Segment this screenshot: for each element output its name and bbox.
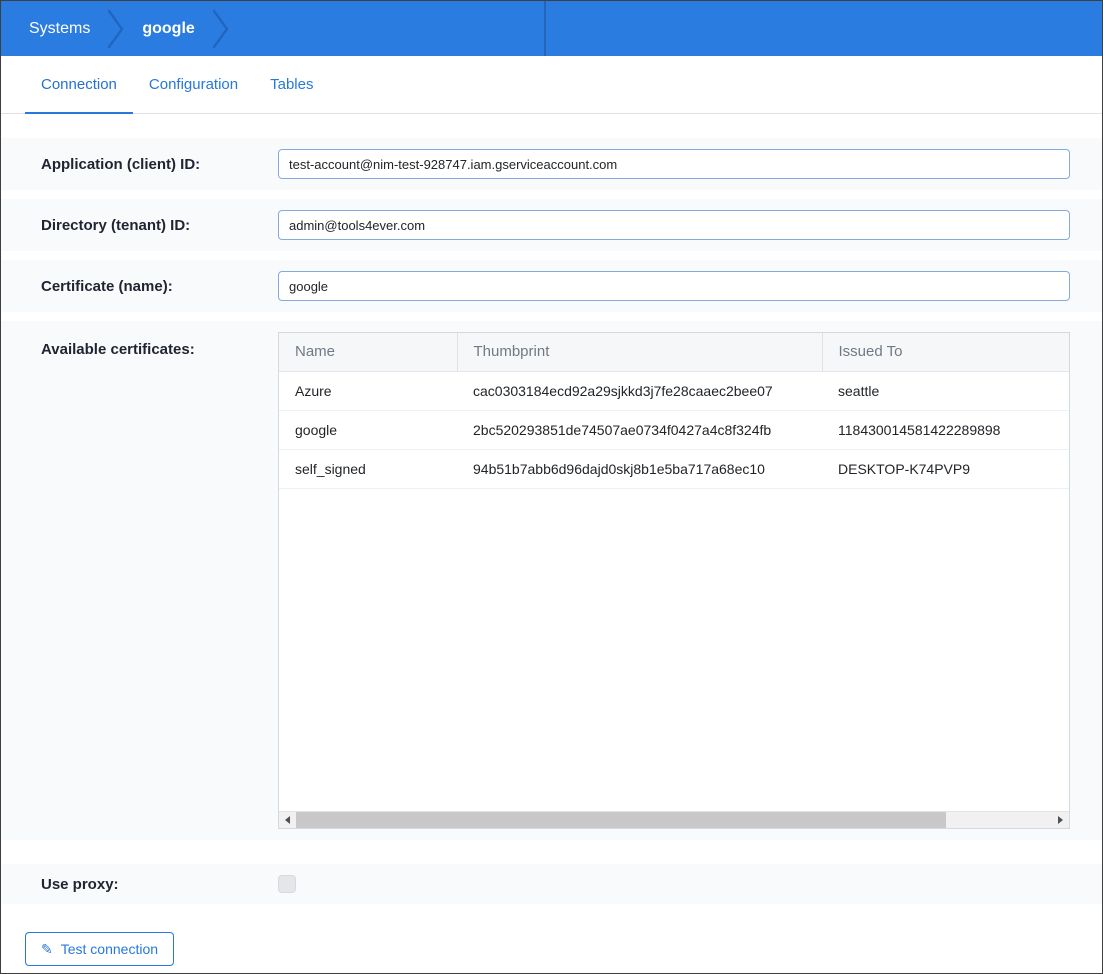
tab-tables-label: Tables xyxy=(270,76,313,93)
breadcrumb-chevron-icon xyxy=(106,6,126,52)
certificate-row-self-signed[interactable]: self_signed 94b51b7abb6d96dajd0skj8b1e5b… xyxy=(279,449,1069,488)
breadcrumb-systems[interactable]: Systems xyxy=(23,20,96,38)
tab-configuration-label: Configuration xyxy=(149,76,238,93)
column-header-thumbprint[interactable]: Thumbprint xyxy=(457,333,822,371)
form-row-use-proxy: Use proxy: xyxy=(1,864,1102,904)
available-certificates-label: Available certificates: xyxy=(41,341,278,358)
tab-connection[interactable]: Connection xyxy=(25,56,133,114)
pencil-icon: ✎ xyxy=(41,942,53,956)
form-row-app-client-id: Application (client) ID: xyxy=(1,138,1102,190)
directory-tenant-id-input[interactable] xyxy=(278,210,1070,240)
certificates-header-row: Name Thumbprint Issued To xyxy=(279,333,1069,371)
tab-connection-label: Connection xyxy=(41,76,117,93)
scroll-right-icon[interactable] xyxy=(1052,812,1069,828)
breadcrumb-google-label: google xyxy=(142,20,194,37)
scrollbar-track[interactable] xyxy=(296,812,1052,828)
form-row-directory-tenant-id: Directory (tenant) ID: xyxy=(1,199,1102,251)
horizontal-scrollbar[interactable] xyxy=(279,811,1069,828)
test-connection-button[interactable]: ✎ Test connection xyxy=(25,932,174,966)
cell-thumbprint[interactable]: 2bc520293851de74507ae0734f0427a4c8f324fb xyxy=(457,410,822,449)
use-proxy-label: Use proxy: xyxy=(41,876,278,893)
header-divider xyxy=(544,1,546,56)
system-connection-window: Systems google Connection Configuration … xyxy=(0,0,1103,974)
footer: ✎ Test connection xyxy=(1,913,1102,966)
certificate-name-label: Certificate (name): xyxy=(41,278,278,295)
directory-tenant-id-label: Directory (tenant) ID: xyxy=(41,217,278,234)
use-proxy-checkbox[interactable] xyxy=(278,875,296,893)
column-header-issued-to[interactable]: Issued To xyxy=(822,333,1069,371)
certificate-row-google[interactable]: google 2bc520293851de74507ae0734f0427a4c… xyxy=(279,410,1069,449)
form-row-certificate-name: Certificate (name): xyxy=(1,260,1102,312)
breadcrumb-google[interactable]: google xyxy=(136,20,200,38)
tab-bar: Connection Configuration Tables xyxy=(1,56,1102,114)
scroll-left-icon[interactable] xyxy=(279,812,296,828)
tab-configuration[interactable]: Configuration xyxy=(133,56,254,114)
tab-tables[interactable]: Tables xyxy=(254,56,329,114)
certificate-name-input[interactable] xyxy=(278,271,1070,301)
cell-issued-to[interactable]: 118430014581422289898 xyxy=(822,410,1069,449)
cell-name[interactable]: Azure xyxy=(279,371,457,410)
breadcrumb-chevron-icon xyxy=(211,6,231,52)
certificates-table-container: Name Thumbprint Issued To Azure cac03031… xyxy=(278,332,1070,829)
certificates-table: Name Thumbprint Issued To Azure cac03031… xyxy=(279,333,1069,489)
scrollbar-thumb[interactable] xyxy=(296,812,946,828)
app-client-id-label: Application (client) ID: xyxy=(41,156,278,173)
breadcrumb-systems-label: Systems xyxy=(29,20,90,37)
test-connection-label: Test connection xyxy=(61,941,158,957)
cell-thumbprint[interactable]: cac0303184ecd92a29sjkkd3j7fe28caaec2bee0… xyxy=(457,371,822,410)
header: Systems google xyxy=(1,1,1102,56)
column-header-name[interactable]: Name xyxy=(279,333,457,371)
app-client-id-input[interactable] xyxy=(278,149,1070,179)
cell-name[interactable]: google xyxy=(279,410,457,449)
connection-form: Application (client) ID: Directory (tena… xyxy=(1,114,1102,966)
form-row-available-certificates: Available certificates: Name Thumbprint … xyxy=(1,321,1102,840)
cell-name[interactable]: self_signed xyxy=(279,449,457,488)
cell-issued-to[interactable]: seattle xyxy=(822,371,1069,410)
cell-thumbprint[interactable]: 94b51b7abb6d96dajd0skj8b1e5ba717a68ec10 xyxy=(457,449,822,488)
certificate-row-azure[interactable]: Azure cac0303184ecd92a29sjkkd3j7fe28caae… xyxy=(279,371,1069,410)
cell-issued-to[interactable]: DESKTOP-K74PVP9 xyxy=(822,449,1069,488)
